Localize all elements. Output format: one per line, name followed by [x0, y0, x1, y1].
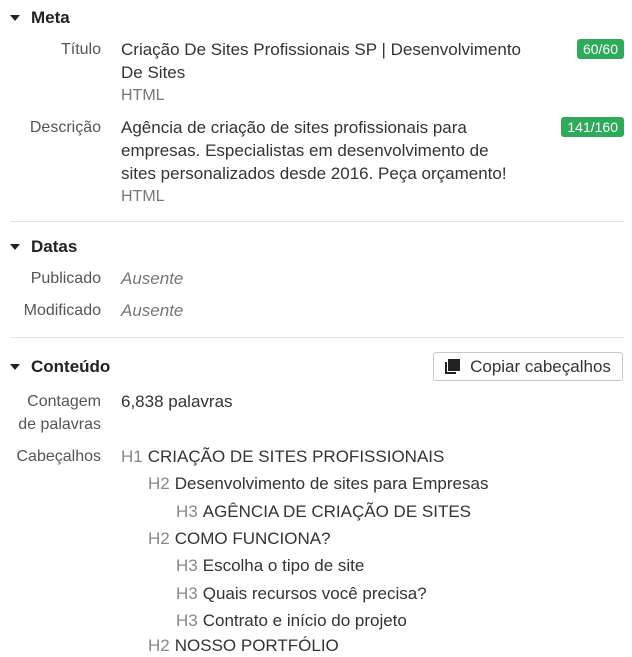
heading-text: CRIAÇÃO DE SITES PROFISSIONAIS — [147, 447, 445, 466]
published-value: Ausente — [121, 269, 184, 288]
description-line-2: empresas. Especialistas em desenvolvimen… — [121, 141, 489, 160]
caret-down-icon — [10, 15, 20, 21]
heading-text: AGÊNCIA DE CRIAÇÃO DE SITES — [202, 502, 472, 521]
heading-item[interactable]: H3 Escolha o tipo de site — [176, 554, 364, 577]
heading-level: H2 — [148, 636, 170, 655]
dates-section-toggle[interactable]: Datas — [10, 237, 77, 257]
heading-level: H3 — [176, 611, 198, 630]
meta-heading: Meta — [31, 8, 70, 27]
divider — [10, 221, 624, 222]
title-length-badge: 60/60 — [576, 39, 624, 59]
heading-text: Desenvolvimento de sites para Empresas — [174, 474, 489, 493]
heading-text: Escolha o tipo de site — [202, 556, 365, 575]
heading-item[interactable]: H1 CRIAÇÃO DE SITES PROFISSIONAIS — [121, 445, 444, 468]
heading-level: H3 — [176, 556, 198, 575]
heading-item[interactable]: H2 COMO FUNCIONA? — [148, 527, 331, 550]
title-line-2: De Sites — [121, 63, 186, 82]
title-label: Título — [60, 41, 101, 58]
description-line-3: sites personalizados desde 2016. Peça or… — [121, 164, 507, 183]
heading-item[interactable]: H2 Desenvolvimento de sites para Empresas — [148, 472, 488, 495]
heading-text: Quais recursos você precisa? — [202, 584, 427, 603]
heading-text: NOSSO PORTFÓLIO — [174, 636, 339, 655]
caret-down-icon — [10, 364, 20, 370]
title-line-1: Criação De Sites Profissionais SP | Dese… — [121, 40, 521, 59]
heading-item[interactable]: H3 AGÊNCIA DE CRIAÇÃO DE SITES — [176, 500, 471, 523]
headings-label: Cabeçalhos — [16, 448, 102, 465]
word-count-label-line-2: de palavras — [18, 416, 101, 433]
heading-item[interactable]: H2 NOSSO PORTFÓLIO — [148, 634, 339, 657]
description-line-1: Agência de criação de sites profissionai… — [121, 118, 467, 137]
heading-level: H1 — [121, 447, 143, 466]
content-heading: Conteúdo — [31, 357, 111, 376]
heading-level: H3 — [176, 584, 198, 603]
description-format: HTML — [121, 188, 165, 205]
word-count-label: Contagem de palavras — [0, 390, 101, 436]
heading-level: H2 — [148, 474, 170, 493]
heading-text: Contrato e início do projeto — [202, 611, 407, 630]
dates-heading: Datas — [31, 237, 78, 256]
word-count-label-line-1: Contagem — [27, 393, 101, 410]
copy-headings-label: Copiar cabeçalhos — [470, 356, 611, 376]
word-count-value: 6,838 palavras — [121, 392, 233, 411]
heading-item[interactable]: H3 Quais recursos você precisa? — [176, 582, 427, 605]
heading-item[interactable]: H3 Contrato e início do projeto — [176, 609, 407, 632]
content-section-toggle[interactable]: Conteúdo — [10, 357, 110, 377]
heading-level: H2 — [148, 529, 170, 548]
divider — [10, 337, 624, 338]
caret-down-icon — [10, 244, 20, 250]
description-value: Agência de criação de sites profissionai… — [121, 116, 507, 208]
heading-level: H3 — [176, 502, 198, 521]
modified-label: Modificado — [23, 302, 101, 319]
description-length-badge: 141/160 — [561, 117, 624, 137]
copy-icon — [445, 359, 461, 374]
copy-headings-button[interactable]: Copiar cabeçalhos — [433, 352, 623, 381]
title-format: HTML — [121, 87, 165, 104]
description-label: Descrição — [29, 119, 101, 136]
published-label: Publicado — [30, 270, 101, 287]
heading-text: COMO FUNCIONA? — [174, 529, 331, 548]
meta-section-toggle[interactable]: Meta — [10, 8, 70, 28]
modified-value: Ausente — [121, 301, 184, 320]
title-value: Criação De Sites Profissionais SP | Dese… — [121, 38, 521, 107]
